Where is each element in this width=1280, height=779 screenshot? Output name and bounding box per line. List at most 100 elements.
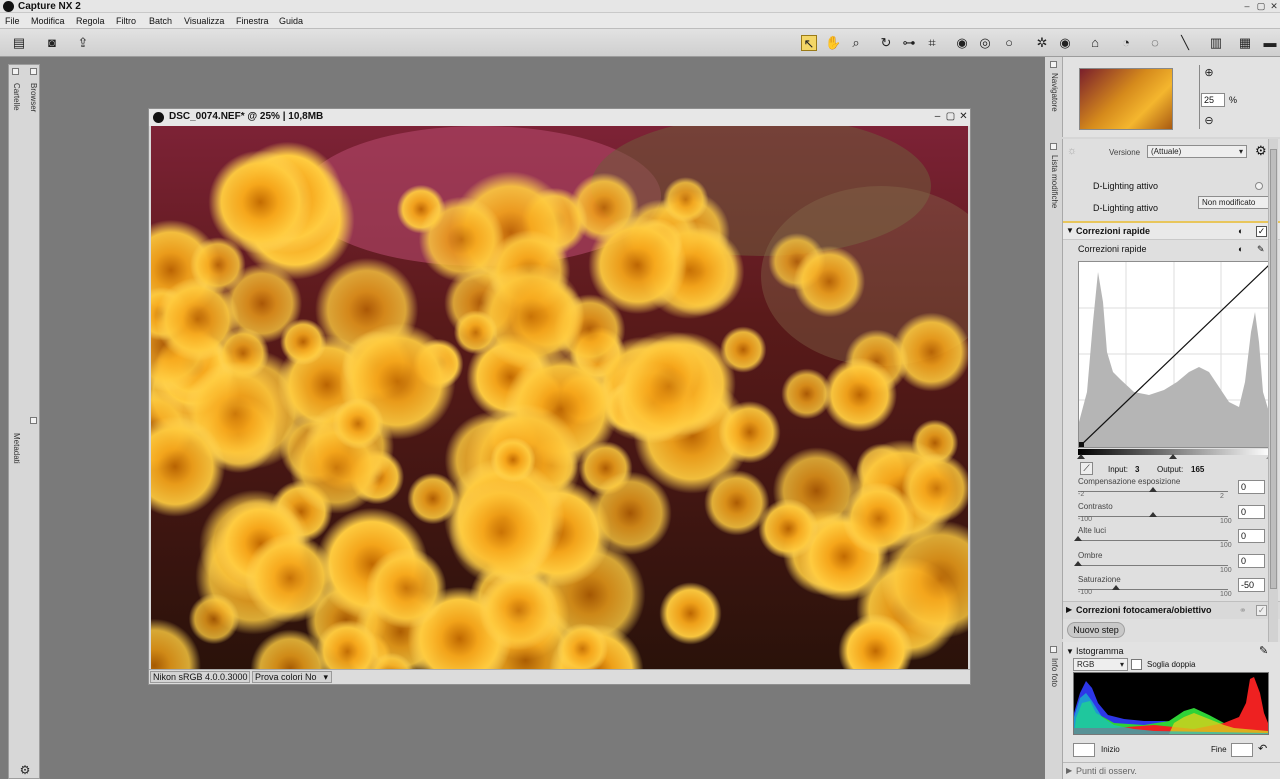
menu-batch[interactable]: Batch	[149, 16, 172, 26]
black-point-icon[interactable]: ◉	[954, 35, 970, 51]
link-icon[interactable]: ⚭	[1239, 605, 1247, 616]
expand-icon[interactable]	[30, 417, 37, 424]
minimize-icon[interactable]: –	[932, 111, 943, 122]
gear-icon[interactable]: ⚙	[17, 762, 33, 778]
hand-tool-icon[interactable]: ✋	[825, 35, 841, 51]
midpoint-handle[interactable]	[1169, 454, 1177, 459]
enable-checkbox[interactable]: ✓	[1256, 226, 1267, 237]
lasso-icon[interactable]: ▬	[1262, 35, 1278, 51]
expand-triangle-icon[interactable]: ▶	[1066, 766, 1072, 775]
image-window-titlebar[interactable]: DSC_0074.NEF* @ 25% | 10,8MB – ▢ ✕	[149, 109, 970, 126]
retouch-brush-icon[interactable]: ⌂	[1087, 35, 1103, 51]
camera-lens-step-header[interactable]: ▶ Correzioni fotocamera/obiettivo ⚭ ✓	[1063, 601, 1280, 619]
fill-remove-icon[interactable]: ▦	[1237, 35, 1253, 51]
slider-thumb[interactable]	[1149, 487, 1157, 492]
double-threshold-checkbox[interactable]	[1131, 659, 1142, 670]
slider-thumb[interactable]	[1074, 536, 1082, 541]
maximize-icon[interactable]: ▢	[945, 111, 956, 122]
menu-filtro[interactable]: Filtro	[116, 16, 136, 26]
version-dropdown[interactable]: (Attuale) ▾	[1147, 145, 1247, 158]
d-lighting-dropdown[interactable]: Non modificato ▾	[1198, 196, 1277, 209]
reset-icon[interactable]: ↶	[1258, 742, 1267, 755]
visibility-icon[interactable]: ◐	[1238, 244, 1243, 254]
start-input[interactable]	[1073, 743, 1095, 757]
slider-value-input[interactable]: 0	[1238, 529, 1265, 543]
expand-icon[interactable]	[12, 68, 19, 75]
photo-canvas[interactable]	[151, 126, 968, 669]
zoom-in-icon[interactable]: ⊕	[1203, 67, 1215, 79]
menu-modifica[interactable]: Modifica	[31, 16, 65, 26]
tab-browser[interactable]: Browser	[29, 83, 38, 112]
expand-triangle-icon[interactable]: ▶	[1066, 605, 1072, 614]
close-icon[interactable]: ✕	[1269, 1, 1279, 11]
slider-track[interactable]	[1078, 589, 1228, 590]
navigator-thumbnail[interactable]	[1079, 68, 1173, 130]
curve-tool-icon[interactable]: ⟋	[1080, 462, 1093, 475]
expand-triangle-icon[interactable]: ▼	[1066, 226, 1074, 235]
curves-graph[interactable]	[1078, 261, 1270, 448]
white-point-icon[interactable]: ○	[1001, 35, 1017, 51]
tab-cartelle[interactable]: Cartelle	[12, 83, 21, 111]
zoom-input[interactable]: 25	[1201, 93, 1225, 107]
menu-regola[interactable]: Regola	[76, 16, 105, 26]
rotate-icon[interactable]: ↻	[878, 35, 894, 51]
crop-icon[interactable]: ⌗	[924, 35, 940, 51]
visibility-icon[interactable]: ◐	[1238, 226, 1243, 236]
end-input[interactable]	[1231, 743, 1253, 757]
neutral-point-icon[interactable]: ◎	[977, 35, 993, 51]
slider-thumb[interactable]	[1111, 585, 1120, 590]
red-eye-icon[interactable]: ✲	[1034, 35, 1050, 51]
black-point-handle[interactable]	[1077, 454, 1085, 459]
menu-visualizza[interactable]: Visualizza	[184, 16, 224, 26]
output-icon[interactable]: ⇪	[75, 35, 91, 51]
minimize-icon[interactable]: –	[1242, 1, 1252, 11]
histogram-channel-dropdown[interactable]: RGB ▾	[1073, 658, 1128, 671]
photo-info-side-tab[interactable]: Info foto	[1045, 642, 1063, 779]
channel-value: RGB	[1077, 660, 1095, 669]
pen-icon[interactable]: ✎	[1257, 244, 1265, 255]
scrollbar-thumb[interactable]	[1270, 149, 1277, 589]
eye-icon[interactable]: ◉	[1057, 35, 1073, 51]
navigator-side-tab[interactable]: Navigatore	[1045, 57, 1063, 137]
close-icon[interactable]: ✕	[958, 111, 969, 122]
slider-value-input[interactable]: 0	[1238, 553, 1265, 568]
slider-value-input[interactable]: 0	[1238, 504, 1265, 519]
enable-checkbox[interactable]: ✓	[1256, 605, 1267, 616]
settings-gear-icon[interactable]: ⚙	[1255, 143, 1267, 159]
expand-icon[interactable]	[30, 68, 37, 75]
edit-list-scrollbar[interactable]	[1268, 139, 1278, 659]
edit-list-side-tab[interactable]: Lista modifiche	[1045, 139, 1063, 639]
collapse-icon[interactable]	[1050, 61, 1057, 68]
d-lighting-toggle[interactable]	[1255, 182, 1263, 190]
maximize-icon[interactable]: ▢	[1256, 1, 1266, 11]
slider-thumb[interactable]	[1149, 511, 1157, 517]
slider-label: Saturazione	[1078, 575, 1121, 584]
layout-icon[interactable]: ▤	[11, 35, 27, 51]
soft-proof-dropdown[interactable]: Prova colori No ▾	[252, 671, 332, 683]
quick-fix-step-header[interactable]: ▼ Correzioni rapide ◐ ✓	[1063, 221, 1280, 240]
expand-triangle-icon[interactable]: ▼	[1066, 647, 1074, 656]
camera-icon[interactable]: ◙	[44, 35, 60, 51]
direct-select-tool-icon[interactable]: ↖	[801, 35, 817, 51]
color-control-point-icon[interactable]: ◔	[1118, 35, 1134, 51]
slider-value-input[interactable]: 0	[1238, 480, 1265, 494]
menu-file[interactable]: File	[5, 16, 20, 26]
menu-finestra[interactable]: Finestra	[236, 16, 269, 26]
zoom-out-icon[interactable]: ⊖	[1203, 115, 1215, 127]
straighten-icon[interactable]: ⊶	[901, 35, 917, 51]
new-step-button[interactable]: Nuovo step	[1067, 622, 1125, 638]
zoom-tool-icon[interactable]: ⌕	[848, 35, 864, 51]
selection-brush-icon[interactable]: ╲	[1177, 35, 1193, 51]
slider-value-input[interactable]: -50	[1238, 578, 1265, 592]
divider	[1063, 762, 1280, 763]
pen-icon[interactable]: ✎	[1259, 644, 1268, 657]
slider-track[interactable]	[1078, 564, 1228, 566]
collapse-icon[interactable]	[1050, 143, 1057, 150]
tab-metadati[interactable]: Metadati	[12, 433, 21, 464]
collapse-icon[interactable]	[1050, 646, 1057, 653]
menu-guida[interactable]: Guida	[279, 16, 303, 26]
slider-thumb[interactable]	[1074, 560, 1082, 566]
selection-control-point-icon[interactable]: ◌	[1147, 35, 1163, 51]
gradient-icon[interactable]: ▥	[1208, 35, 1224, 51]
slider-track[interactable]	[1078, 540, 1228, 541]
